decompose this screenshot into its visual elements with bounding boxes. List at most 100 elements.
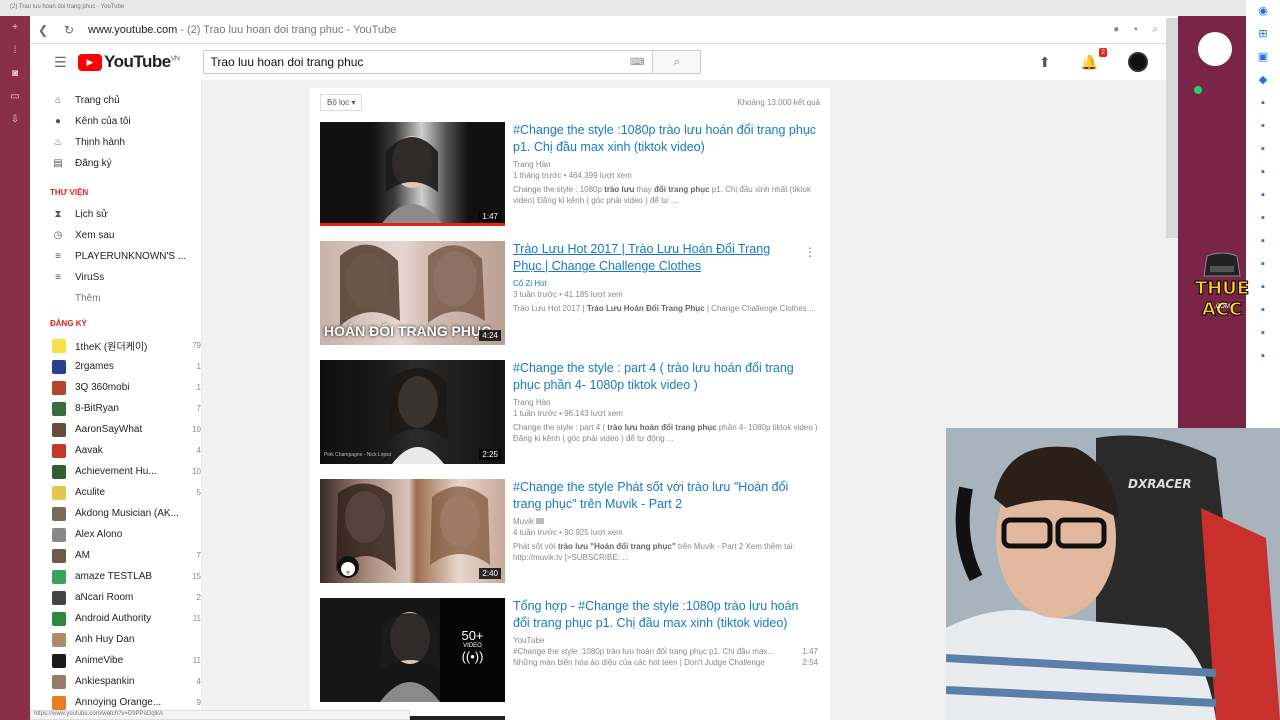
app-icon[interactable]: ▪ [1246,230,1280,253]
sidebar-subscription[interactable]: Android Authority 11 [30,608,201,629]
video-title[interactable]: Trào Lưu Hot 2017 | Trào Lưu Hoán Đổi Tr… [513,241,791,275]
sidebar-subscription[interactable]: Aculite 5 [30,482,201,503]
app-icon[interactable]: ▪ [1246,92,1280,115]
video-result[interactable]: HOÁN ĐỔI TRANG PHỤC 4:24 Trào Lưu Hot 20… [320,241,820,346]
subscription-name: AnimeVibe [75,655,124,666]
video-result[interactable]: 1:47 #Change the style :1080p trào lưu h… [320,122,820,227]
video-title[interactable]: #Change the style : part 4 ( trào lưu ho… [513,360,818,394]
sidebar-item-playlist-viruss[interactable]: ≡ ViruSs [30,267,201,288]
sidebar-item-playlist-pubg[interactable]: ≡ PLAYERUNKNOWN'S ... [30,246,201,267]
video-description: Change the style : part 4 ( trào lưu hoá… [513,423,818,443]
playlist-overlay: 50+ VIDEO ((•)) [440,628,505,664]
channel-name[interactable]: YouTube [513,636,818,645]
sidebar-item-my-channel[interactable]: ● Kênh của tôi [30,111,201,132]
bars-icon[interactable]: ⁞ [0,39,30,62]
channel-name[interactable]: Cổ Zi Hot [513,279,818,288]
video-title[interactable]: #Change the style :1080p trào lưu hoán đ… [513,122,818,156]
sidebar-subscription[interactable]: Alex Alono [30,524,201,545]
channel-name[interactable]: Trang Hàn [513,160,818,169]
menu-icon[interactable]: ☰ [54,54,74,71]
new-video-count: 10 [192,467,201,476]
playlist-item[interactable]: Những màn biến hóa ảo diệu của các hot t… [513,658,818,667]
keyboard-icon[interactable]: ⌨ [630,57,644,68]
reload-icon[interactable]: ↻ [56,23,82,37]
home-icon: ⌂ [54,95,62,106]
chrome-icon[interactable]: ◉ [1246,0,1280,23]
sidebar-more[interactable]: Thêm [30,288,201,309]
sidebar-item-history[interactable]: ⧗ Lịch sử [30,204,201,225]
region-label: VN [170,55,180,63]
camera-icon[interactable]: ◙ [0,62,30,85]
video-title[interactable]: #Change the style Phát sốt với trào lưu … [513,479,818,513]
subscription-list: 1theK (원더케이) 79 2rgames 1 3Q 360mobi 1 8-BitRy… [30,335,201,713]
video-duration: 2:40 [479,568,501,579]
video-title[interactable]: Tổng hợp - #Change the style :1080p trào… [513,598,818,632]
youtube-logo[interactable]: ▶ YouTubeVN [78,52,180,72]
video-thumbnail[interactable]: 2:40 [320,479,505,583]
new-video-count: 1 [196,383,201,392]
channel-name[interactable]: Trang Hàn [513,398,818,407]
filter-button[interactable]: Bộ lọc ▾ [320,93,363,111]
sidebar-item-trending[interactable]: ♨ Thịnh hành [30,132,201,153]
sidebar-subscription[interactable]: 8-BitRyan 7 [30,398,201,419]
app-icon[interactable]: ▪ [1246,184,1280,207]
upload-icon[interactable]: ⬆ [1039,54,1051,71]
sidebar-subscription[interactable]: amaze TESTLAB 15 [30,566,201,587]
chat-icon[interactable]: ▭ [0,85,30,108]
sidebar-item-watch-later[interactable]: ◷ Xem sau [30,225,201,246]
video-thumbnail[interactable]: HOÁN ĐỔI TRANG PHỤC 4:24 [320,241,505,345]
sidebar-subscription[interactable]: 1theK (원더케이) 79 [30,335,201,356]
notification-badge: 2 [1099,47,1107,57]
plus-icon[interactable]: + [0,16,30,39]
channel-avatar [52,590,66,605]
back-icon[interactable]: ❮ [30,23,56,37]
sidebar-subscription[interactable]: AaronSayWhat 10 [30,419,201,440]
channel-name[interactable]: Muvik [513,517,818,526]
sidebar-item-subscriptions[interactable]: ▤ Đăng ký [30,153,201,174]
video-result[interactable]: Pink Champagne - Nick Lopez 2:25 #Change… [320,360,820,465]
sidebar-subscription[interactable]: AnimeVibe 11 [30,650,201,671]
new-video-count: 7 [196,404,201,413]
playlist-thumbnail[interactable]: 50+ VIDEO ((•)) [320,598,505,702]
playlist-result[interactable]: 50+ VIDEO ((•)) Tổng hợp - #Change the s… [320,598,820,703]
sidebar-subscription[interactable]: Aavak 4 [30,440,201,461]
app-icon[interactable]: ▪ [1246,322,1280,345]
search-input[interactable]: Trao luu hoan doi trang phuc ⌨ [203,50,654,74]
sidebar-subscription[interactable]: Ankiespankin 4 [30,671,201,692]
store-icon[interactable]: ◆ [1246,69,1280,92]
sidebar-subscription[interactable]: 3Q 360mobi 1 [30,377,201,398]
search-button[interactable]: ⌕ [653,50,702,74]
subscription-name: aNcari Room [75,592,134,603]
more-options-icon[interactable]: ⋮ [804,245,816,259]
logo-text: YouTube [104,52,171,71]
sidebar-subscription[interactable]: 2rgames 1 [30,356,201,377]
app-icon[interactable]: ▪ [1246,345,1280,368]
sidebar-subscription[interactable]: aNcari Room 2 [30,587,201,608]
sidebar-subscription[interactable]: AM 7 [30,545,201,566]
avatar[interactable] [1128,52,1148,72]
channel-avatar [52,569,66,584]
subscription-name: Aavak [75,445,103,456]
app-icon[interactable]: ▪ [1246,161,1280,184]
sidebar-item-home[interactable]: ⌂ Trang chủ [30,90,201,111]
app-icon[interactable]: ▪ [1246,138,1280,161]
channel-avatar [52,443,66,458]
windows-icon[interactable]: ⊞ [1246,23,1280,46]
url-text[interactable]: www.youtube.com [88,24,177,36]
fire-icon: ♨ [53,137,63,148]
playlist-item[interactable]: #Change the style :1080p trào lưu hoán đ… [513,647,818,656]
office-icon[interactable]: ▣ [1246,46,1280,69]
window-titlebar: (2) Trao luu hoan doi trang phuc - YouTu… [0,0,1280,16]
sidebar-subscription[interactable]: Achievement Hu... 10 [30,461,201,482]
app-icon[interactable]: ▪ [1246,115,1280,138]
download-icon[interactable]: ⇩ [0,108,30,131]
video-thumbnail[interactable]: Pink Champagne - Nick Lopez 2:25 [320,360,505,464]
sidebar-subscription[interactable]: Anh Huy Dan [30,629,201,650]
video-thumbnail[interactable]: 1:47 [320,122,505,226]
video-result[interactable]: 2:40 #Change the style Phát sốt với trào… [320,479,820,584]
notifications-icon[interactable]: 🔔 2 [1081,47,1107,71]
sidebar-subscription[interactable]: Akdong Musician (AK... [30,503,201,524]
search-results: Bộ lọc ▾ Khoảng 13.000 kết quả 1:47 #Cha… [310,88,830,720]
play-icon: ▶ [78,53,102,71]
app-icon[interactable]: ▪ [1246,207,1280,230]
